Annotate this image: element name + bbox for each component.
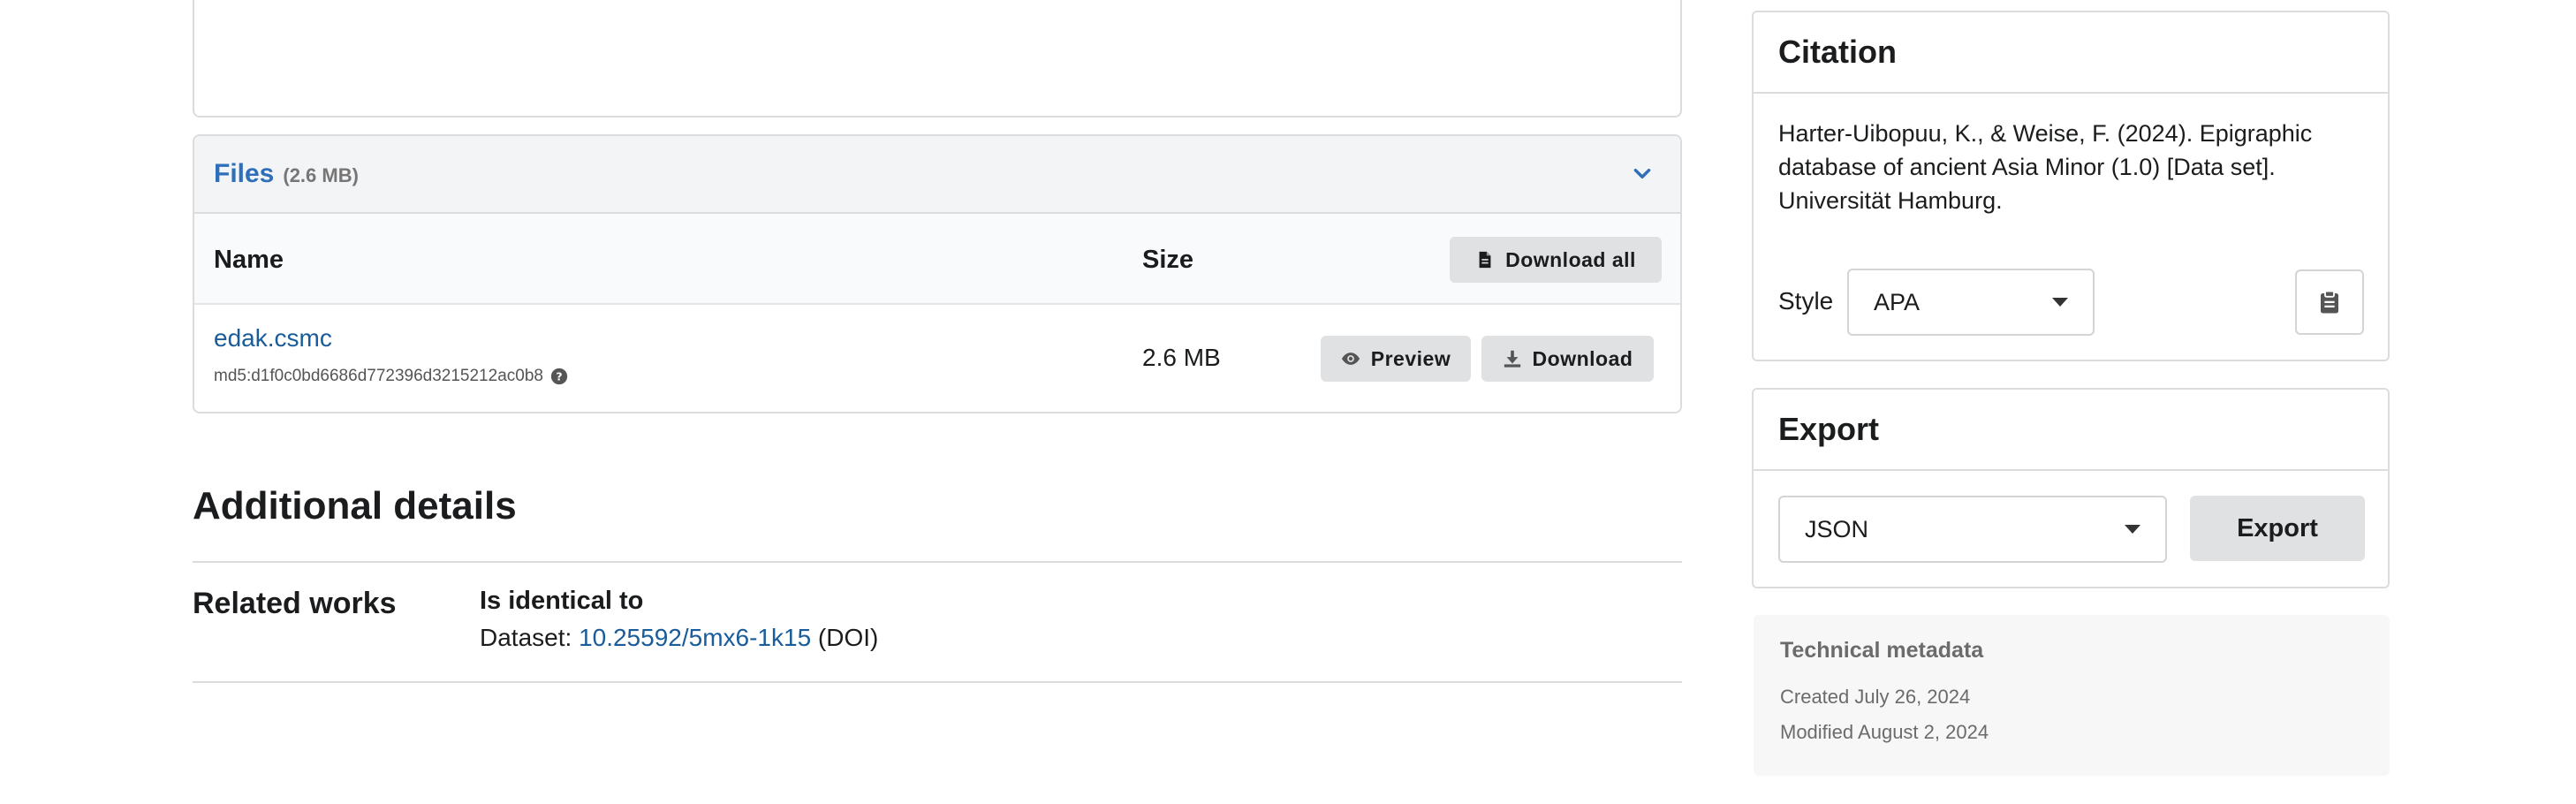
question-circle-icon[interactable]: ?	[550, 368, 568, 385]
created-date: Created July 26, 2024	[1780, 686, 1971, 708]
clipboard-icon	[2321, 290, 2338, 314]
download-icon	[1504, 350, 1520, 368]
files-panel: Files (2.6 MB) Name Size Download all ed…	[193, 134, 1682, 413]
modified-date: Modified August 2, 2024	[1780, 721, 1989, 743]
related-works-label: Related works	[193, 587, 397, 620]
technical-metadata-heading: Technical metadata	[1780, 638, 1984, 663]
dropdown-caret-icon	[2052, 298, 2068, 307]
export-button[interactable]: Export	[2190, 496, 2365, 561]
files-table-header: Name Size Download all	[194, 214, 1680, 305]
files-accordion-header[interactable]: Files (2.6 MB)	[194, 136, 1680, 214]
file-row: edak.csmc md5:d1f0c0bd6686d772396d321521…	[194, 305, 1680, 412]
svg-text:?: ?	[556, 370, 562, 383]
download-label: Download	[1532, 346, 1633, 370]
export-heading: Export	[1754, 390, 2388, 471]
download-all-label: Download all	[1505, 247, 1636, 271]
eye-icon	[1341, 353, 1360, 365]
export-format-select[interactable]: JSON	[1778, 496, 2167, 563]
style-label: Style	[1778, 287, 1834, 315]
export-format-value: JSON	[1805, 515, 1869, 542]
citation-card: Citation Harter-Uibopuu, K., & Weise, F.…	[1752, 11, 2390, 361]
export-card: Export JSON Export	[1752, 388, 2390, 588]
file-icon	[1479, 251, 1491, 269]
citation-heading: Citation	[1754, 12, 2388, 94]
citation-style-select[interactable]: APA	[1847, 269, 2095, 336]
chevron-down-icon[interactable]	[1631, 163, 1654, 186]
divider	[193, 561, 1682, 563]
related-dataset: Dataset: 10.25592/5mx6-1k15 (DOI)	[480, 624, 878, 652]
files-total-size: (2.6 MB)	[283, 164, 359, 186]
citation-text: Harter-Uibopuu, K., & Weise, F. (2024). …	[1778, 120, 2313, 214]
column-header-name: Name	[214, 246, 284, 274]
files-title: Files	[214, 159, 275, 188]
description-panel	[193, 0, 1682, 118]
copy-citation-button[interactable]	[2295, 269, 2364, 335]
file-size: 2.6 MB	[1142, 344, 1221, 371]
relation-type: Is identical to	[480, 587, 644, 615]
doi-link[interactable]: 10.25592/5mx6-1k15	[579, 624, 811, 651]
column-header-size: Size	[1142, 246, 1194, 274]
preview-label: Preview	[1370, 346, 1451, 370]
additional-details-heading: Additional details	[193, 484, 517, 527]
divider	[193, 681, 1682, 683]
file-checksum-text: md5:d1f0c0bd6686d772396d3215212ac0b8	[214, 367, 543, 385]
dataset-suffix: (DOI)	[811, 624, 879, 651]
dataset-prefix: Dataset:	[480, 624, 580, 651]
file-checksum: md5:d1f0c0bd6686d772396d3215212ac0b8 ?	[214, 367, 568, 386]
preview-button[interactable]: Preview	[1321, 336, 1471, 382]
dropdown-caret-icon	[2125, 525, 2140, 534]
download-button[interactable]: Download	[1481, 336, 1654, 382]
citation-style-value: APA	[1874, 288, 1921, 315]
download-all-button[interactable]: Download all	[1450, 237, 1662, 283]
technical-metadata-box: Technical metadata Created July 26, 2024…	[1754, 615, 2390, 776]
file-name-link[interactable]: edak.csmc	[214, 324, 332, 353]
